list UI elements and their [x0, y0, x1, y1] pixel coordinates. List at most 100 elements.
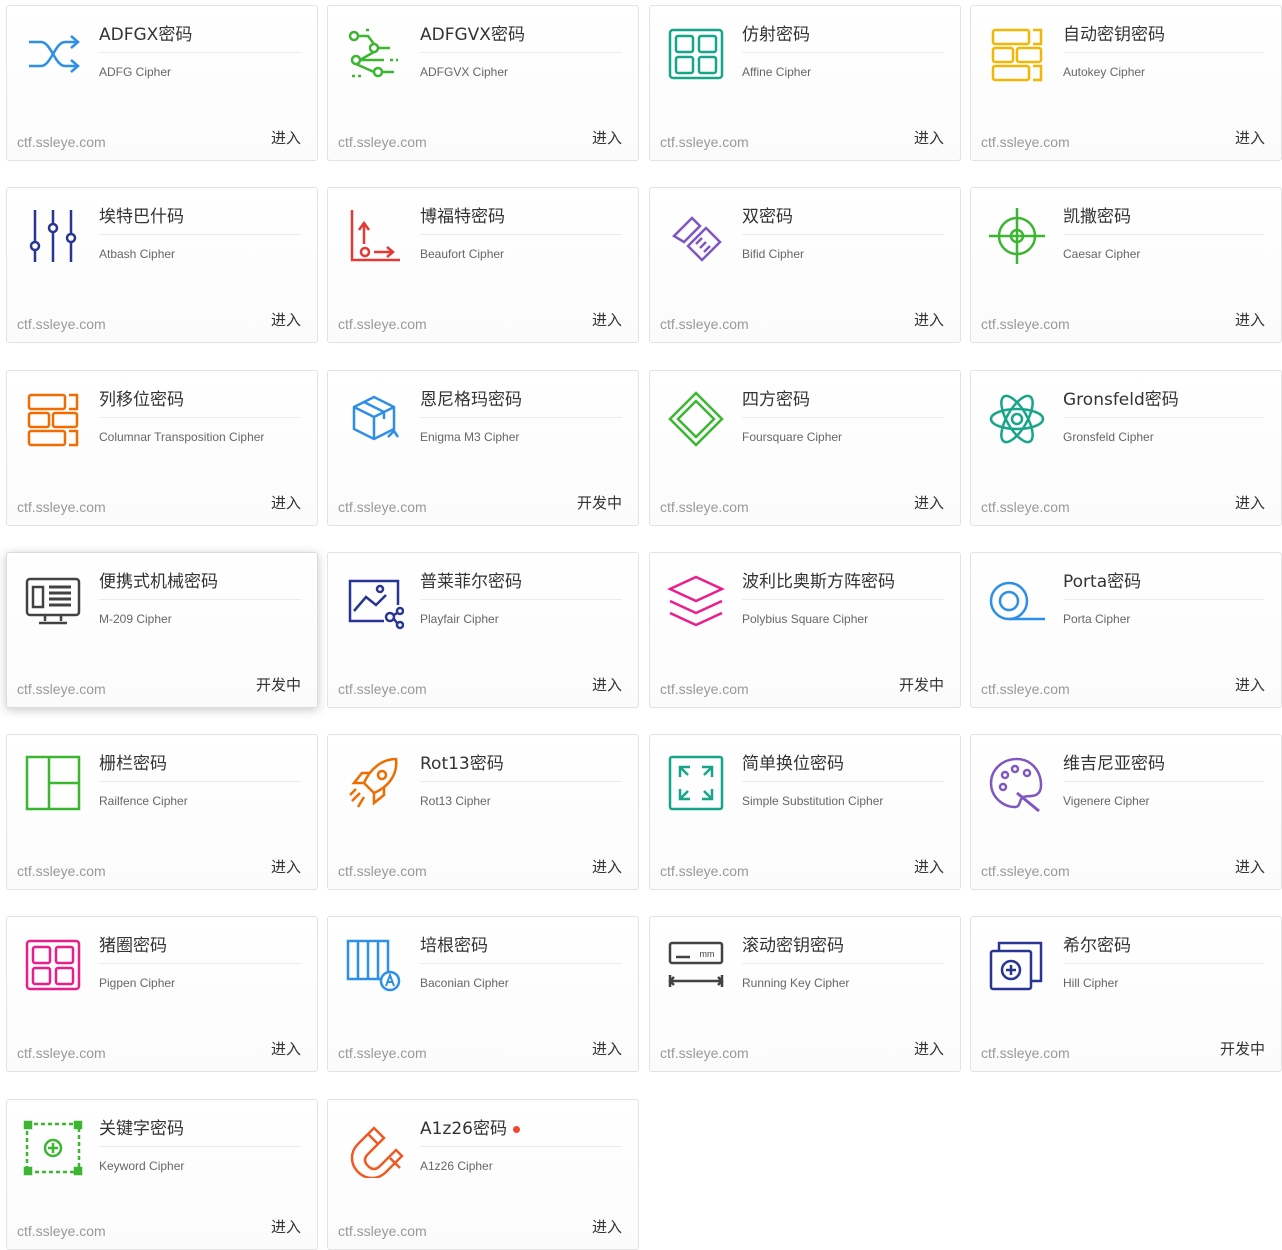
card-domain: ctf.ssleye.com [338, 681, 427, 697]
card-enter-link[interactable]: 进入 [592, 856, 622, 877]
cipher-card[interactable]: ADFGX密码 ADFG Cipher ctf.ssleye.com 进入 [6, 5, 318, 161]
card-enter-link[interactable]: 开发中 [899, 674, 944, 695]
card-enter-link[interactable]: 进入 [592, 1038, 622, 1059]
card-domain: ctf.ssleye.com [660, 863, 749, 879]
card-title: 凯撒密码 [1063, 207, 1131, 227]
grid-squares-icon [23, 935, 83, 995]
card-divider [99, 417, 301, 418]
card-domain: ctf.ssleye.com [338, 863, 427, 879]
card-enter-link[interactable]: 进入 [1235, 674, 1265, 695]
card-divider [742, 417, 944, 418]
card-domain: ctf.ssleye.com [981, 1045, 1070, 1061]
card-divider [1063, 417, 1265, 418]
bricks-icon [23, 389, 83, 449]
card-title: 希尔密码 [1063, 936, 1131, 956]
ruler-icon-graphic: mm [668, 941, 724, 987]
cipher-card[interactable]: 埃特巴什码 Atbash Cipher ctf.ssleye.com 进入 [6, 187, 318, 343]
card-subtitle: Atbash Cipher [99, 247, 176, 261]
cipher-card[interactable]: Rot13密码 Rot13 Cipher ctf.ssleye.com 进入 [327, 734, 639, 890]
card-subtitle: A1z26 Cipher [420, 1159, 493, 1173]
layers-icon [666, 571, 726, 631]
cipher-card[interactable]: Porta密码 Porta Cipher ctf.ssleye.com 进入 [970, 552, 1282, 708]
cipher-card[interactable]: 列移位密码 Columnar Transposition Cipher ctf.… [6, 370, 318, 526]
cipher-card[interactable]: 博福特密码 Beaufort Cipher ctf.ssleye.com 进入 [327, 187, 639, 343]
card-enter-link[interactable]: 进入 [1235, 127, 1265, 148]
cipher-card[interactable]: 栅栏密码 Railfence Cipher ctf.ssleye.com 进入 [6, 734, 318, 890]
cipher-card[interactable]: 普莱菲尔密码 Playfair Cipher ctf.ssleye.com 进入 [327, 552, 639, 708]
cipher-card[interactable]: mm 滚动密钥密码 Running Key Cipher ctf.ssleye.… [649, 916, 961, 1072]
card-title: 自动密钥密码 [1063, 25, 1165, 45]
cipher-card[interactable]: 四方密码 Foursquare Cipher ctf.ssleye.com 进入 [649, 370, 961, 526]
cipher-card[interactable]: 关键字密码 Keyword Cipher ctf.ssleye.com 进入 [6, 1099, 318, 1250]
card-enter-link[interactable]: 进入 [914, 856, 944, 877]
atom-icon-graphic [989, 394, 1045, 444]
monitor-icon-graphic [25, 577, 81, 625]
cipher-card[interactable]: 双密码 Bifid Cipher ctf.ssleye.com 进入 [649, 187, 961, 343]
cipher-card[interactable]: 培根密码 Baconian Cipher ctf.ssleye.com 进入 [327, 916, 639, 1072]
cipher-card[interactable]: 便携式机械密码 M-209 Cipher ctf.ssleye.com 开发中 [6, 552, 318, 708]
card-subtitle: Simple Substitution Cipher [742, 794, 884, 808]
card-title: Rot13密码 [420, 754, 504, 774]
dashed-plus-icon [23, 1118, 83, 1178]
cipher-card[interactable]: 凯撒密码 Caesar Cipher ctf.ssleye.com 进入 [970, 187, 1282, 343]
card-enter-link[interactable]: 开发中 [1220, 1038, 1265, 1059]
card-enter-link[interactable]: 开发中 [577, 492, 622, 513]
card-title: 猪圈密码 [99, 936, 167, 956]
shuffle-icon [23, 24, 83, 84]
card-domain: ctf.ssleye.com [660, 499, 749, 515]
card-subtitle: Caesar Cipher [1063, 247, 1141, 261]
card-enter-link[interactable]: 进入 [592, 1216, 622, 1237]
image-share-icon [344, 571, 404, 631]
card-enter-link[interactable]: 进入 [914, 309, 944, 330]
diamond-icon-graphic [668, 391, 724, 447]
card-enter-link[interactable]: 进入 [271, 856, 301, 877]
cipher-card[interactable]: 简单换位密码 Simple Substitution Cipher ctf.ss… [649, 734, 961, 890]
cipher-card[interactable]: ADFGVX密码 ADFGVX Cipher ctf.ssleye.com 进入 [327, 5, 639, 161]
card-subtitle: Playfair Cipher [420, 612, 499, 626]
card-enter-link[interactable]: 开发中 [256, 674, 301, 695]
expand-icon [666, 753, 726, 813]
axis-arrows-icon [344, 206, 404, 266]
card-enter-link[interactable]: 进入 [1235, 856, 1265, 877]
cipher-card[interactable]: 波利比奥斯方阵密码 Polybius Square Cipher ctf.ssl… [649, 552, 961, 708]
card-title: 恩尼格玛密码 [420, 390, 522, 410]
card-subtitle: Pigpen Cipher [99, 976, 176, 990]
cipher-card[interactable]: 希尔密码 Hill Cipher ctf.ssleye.com 开发中 [970, 916, 1282, 1072]
cipher-card[interactable]: 仿射密码 Affine Cipher ctf.ssleye.com 进入 [649, 5, 961, 161]
circuit-icon-graphic [348, 28, 398, 78]
card-title: 仿射密码 [742, 25, 810, 45]
card-enter-link[interactable]: 进入 [592, 674, 622, 695]
card-enter-link[interactable]: 进入 [592, 309, 622, 330]
box-icon [344, 389, 404, 449]
bricks-icon-graphic [27, 393, 79, 447]
card-enter-link[interactable]: 进入 [271, 1038, 301, 1059]
card-domain: ctf.ssleye.com [338, 499, 427, 515]
card-divider [742, 599, 944, 600]
card-enter-link[interactable]: 进入 [271, 309, 301, 330]
expand-icon-graphic [668, 755, 724, 811]
cipher-card[interactable]: A1z26密码 A1z26 Cipher ctf.ssleye.com 进入 [327, 1099, 639, 1250]
cipher-card[interactable]: 自动密钥密码 Autokey Cipher ctf.ssleye.com 进入 [970, 5, 1282, 161]
card-enter-link[interactable]: 进入 [271, 1216, 301, 1237]
card-enter-link[interactable]: 进入 [271, 127, 301, 148]
cipher-card[interactable]: 恩尼格玛密码 Enigma M3 Cipher ctf.ssleye.com 开… [327, 370, 639, 526]
card-title: ADFGX密码 [99, 25, 193, 45]
card-divider [99, 781, 301, 782]
card-enter-link[interactable]: 进入 [914, 492, 944, 513]
card-enter-link[interactable]: 进入 [271, 492, 301, 513]
card-subtitle: Polybius Square Cipher [742, 612, 869, 626]
card-subtitle: Enigma M3 Cipher [420, 430, 520, 444]
box-icon-graphic [352, 395, 400, 441]
cipher-card[interactable]: 维吉尼亚密码 Vigenere Cipher ctf.ssleye.com 进入 [970, 734, 1282, 890]
crosshair-icon-graphic [989, 208, 1045, 264]
card-title: 维吉尼亚密码 [1063, 754, 1165, 774]
card-enter-link[interactable]: 进入 [914, 127, 944, 148]
cipher-card[interactable]: Gronsfeld密码 Gronsfeld Cipher ctf.ssleye.… [970, 370, 1282, 526]
card-divider [99, 234, 301, 235]
cipher-card[interactable]: 猪圈密码 Pigpen Cipher ctf.ssleye.com 进入 [6, 916, 318, 1072]
card-enter-link[interactable]: 进入 [1235, 309, 1265, 330]
atom-icon [987, 389, 1047, 449]
card-enter-link[interactable]: 进入 [592, 127, 622, 148]
card-enter-link[interactable]: 进入 [1235, 492, 1265, 513]
card-enter-link[interactable]: 进入 [914, 1038, 944, 1059]
